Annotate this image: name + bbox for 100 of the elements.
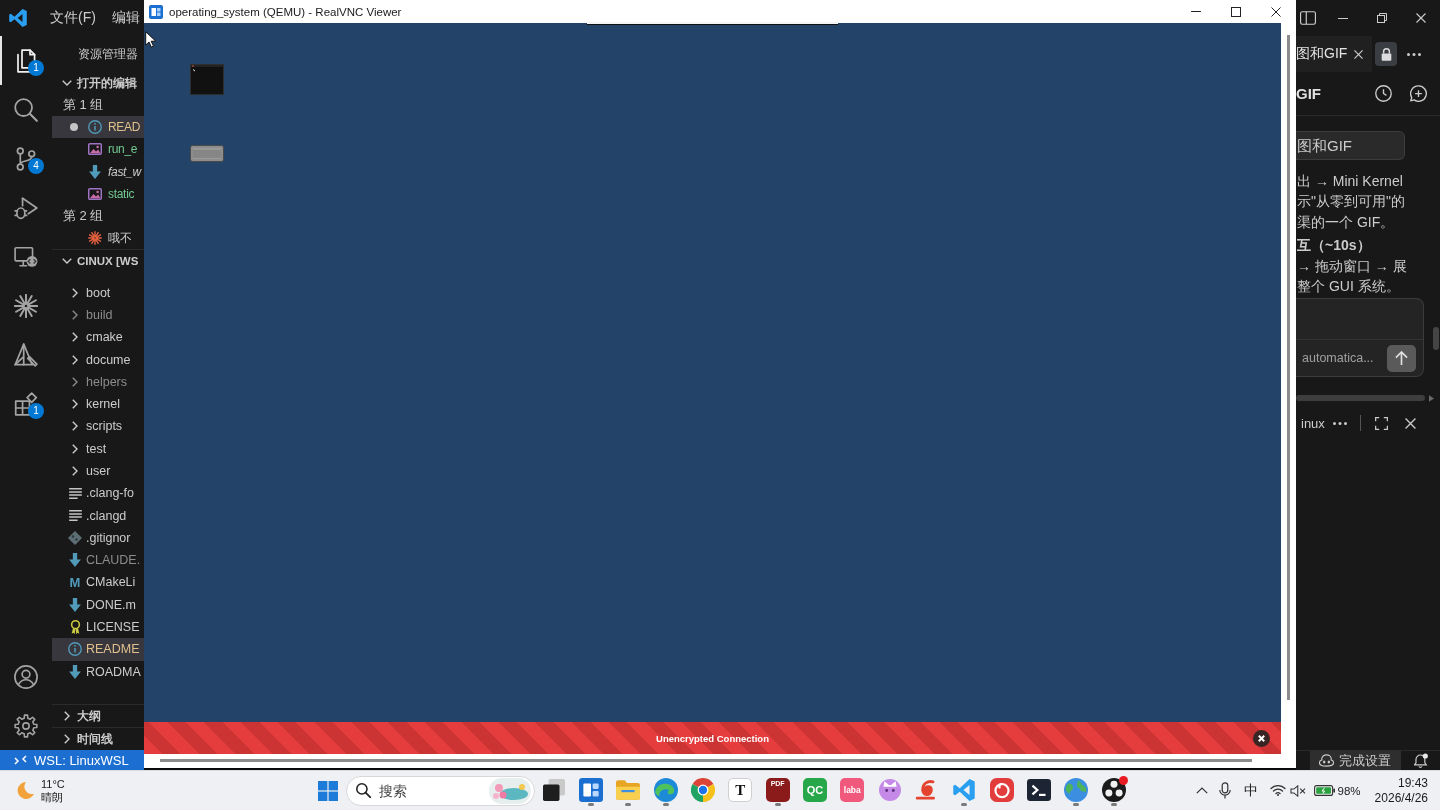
setup-button[interactable]: 完成设置 (1310, 751, 1401, 770)
bell-icon[interactable] (1414, 753, 1428, 768)
tree-item[interactable]: CLAUDE. (52, 549, 144, 572)
response-text: 渠的一个 GIF。 (1296, 212, 1395, 232)
section-header[interactable]: 打开的编辑 (52, 72, 144, 94)
terminal-icon[interactable] (1026, 779, 1051, 801)
tree-item[interactable]: test (52, 437, 144, 460)
count-badge: 1 (28, 59, 44, 76)
tree-item[interactable]: .gitignor (52, 526, 144, 550)
active-indicator (0, 36, 2, 85)
count-badge: 4 (28, 157, 44, 174)
menu-item[interactable]: 编辑 (111, 9, 140, 27)
tree-item[interactable]: .clang-fo (52, 482, 144, 505)
tree-item[interactable]: .clangd (52, 504, 144, 527)
panel-title: inux (1301, 415, 1325, 431)
settings-icon[interactable] (14, 713, 38, 738)
chat-input-field[interactable]: automatica... (1296, 298, 1424, 377)
bracket-logo-icon[interactable] (9, 9, 27, 27)
response-text: 出 → Mini Kernel (1296, 171, 1403, 191)
count-badge: 1 (28, 402, 44, 419)
asterisk-icon[interactable] (14, 293, 38, 318)
circles-logo-icon[interactable] (1101, 778, 1126, 802)
weather-condition[interactable]: 晴朗 (41, 790, 65, 804)
tree-item[interactable]: DONE.m (52, 593, 144, 616)
swirl-logo-icon[interactable] (653, 778, 678, 802)
cat-icon[interactable] (878, 779, 901, 801)
toolbar-handle[interactable] (587, 22, 838, 25)
segmented-circle-icon[interactable] (690, 778, 715, 802)
folder-icon[interactable] (616, 780, 641, 800)
files-icon[interactable] (14, 48, 38, 73)
certificate-icon (69, 620, 81, 635)
tree-item[interactable]: boot (52, 281, 144, 304)
battery-percent: 98% (1337, 784, 1361, 797)
more-icon[interactable] (1407, 52, 1422, 56)
menu-item[interactable]: 文件(F) (50, 9, 96, 27)
globe-icon[interactable] (1064, 778, 1089, 802)
tree-item[interactable]: kernel (52, 392, 144, 416)
source-control-icon[interactable] (14, 146, 38, 171)
start-icon[interactable] (318, 780, 338, 801)
clock-button[interactable]: 19:43 2026/4/26 (1374, 775, 1428, 806)
vertical-scrollbar[interactable] (1287, 35, 1290, 700)
microphone-icon[interactable] (1218, 782, 1231, 799)
new-chat-icon[interactable] (1410, 85, 1427, 102)
triangle-tool-icon[interactable] (14, 342, 38, 367)
lock-icon (1380, 47, 1392, 61)
search-input[interactable]: 搜索 (379, 782, 479, 799)
chevron-up-icon[interactable] (1195, 787, 1208, 794)
open-editor-item[interactable]: fast_w (52, 160, 144, 183)
extensions-icon[interactable] (14, 391, 38, 416)
temperature[interactable]: 11°C (41, 777, 65, 791)
diamond-icon (68, 530, 82, 545)
lock-button[interactable] (1375, 42, 1398, 66)
open-editor-item[interactable]: run_e (52, 138, 144, 161)
tree-item[interactable]: docume (52, 348, 144, 371)
remote-indicator[interactable]: WSL: LinuxWSL (0, 750, 144, 770)
account-icon[interactable] (14, 664, 38, 689)
battery-icon[interactable] (1313, 785, 1335, 796)
horizontal-scrollbar[interactable] (1296, 395, 1425, 401)
remote-icon (14, 754, 27, 766)
tree-item[interactable]: helpers (52, 370, 144, 393)
open-editor-item[interactable]: 哦不 (52, 227, 144, 250)
ring-tile-icon[interactable] (989, 778, 1014, 802)
tree-item[interactable]: build (52, 303, 144, 327)
remote-explorer-icon[interactable] (14, 244, 38, 269)
run-debug-icon[interactable] (14, 195, 38, 220)
muted-speaker-icon[interactable] (1289, 784, 1306, 797)
tree-item[interactable]: README (52, 638, 144, 661)
wifi-icon[interactable] (1269, 785, 1286, 796)
send-button[interactable] (1387, 344, 1416, 372)
app-icon[interactable] (149, 4, 163, 19)
search-bar[interactable]: 搜索 (346, 775, 535, 806)
tree-item[interactable]: M CMakeLi (52, 571, 144, 594)
task-view-icon[interactable] (542, 779, 565, 801)
mode-selector[interactable]: automatica... (1302, 351, 1374, 365)
layout-icon[interactable] (1300, 11, 1316, 25)
scroll-right-icon[interactable] (1429, 394, 1434, 402)
search-icon[interactable] (14, 97, 38, 122)
tree-item[interactable]: user (52, 459, 144, 483)
close-icon[interactable] (1271, 6, 1281, 17)
keyboard-icon[interactable] (190, 145, 224, 162)
tree-item[interactable]: scripts (52, 415, 144, 438)
lines-icon (68, 510, 82, 522)
tree-item[interactable]: cmake (52, 326, 144, 349)
restore-icon[interactable] (1376, 13, 1387, 23)
image-file-icon (88, 143, 102, 156)
maximize-icon[interactable] (1231, 6, 1241, 17)
input-method-button[interactable]: 中 (1243, 781, 1258, 800)
open-editor-item[interactable]: static (52, 182, 144, 206)
more-icon[interactable] (1332, 421, 1347, 425)
scrollbar-thumb[interactable] (1433, 327, 1439, 350)
open-editor-item[interactable]: READ (52, 116, 144, 139)
square-logo-icon[interactable] (579, 778, 603, 802)
letter-tile-icon[interactable]: T (728, 778, 753, 802)
history-icon[interactable] (1375, 85, 1392, 102)
close-icon[interactable] (1253, 729, 1270, 747)
horizontal-scrollbar[interactable] (160, 759, 1252, 762)
tree-item[interactable]: LICENSE (52, 615, 144, 639)
arrow-down-icon (89, 164, 101, 179)
tab[interactable]: 图和GIF (1296, 36, 1373, 72)
tree-item[interactable]: ROADMA (52, 660, 144, 683)
